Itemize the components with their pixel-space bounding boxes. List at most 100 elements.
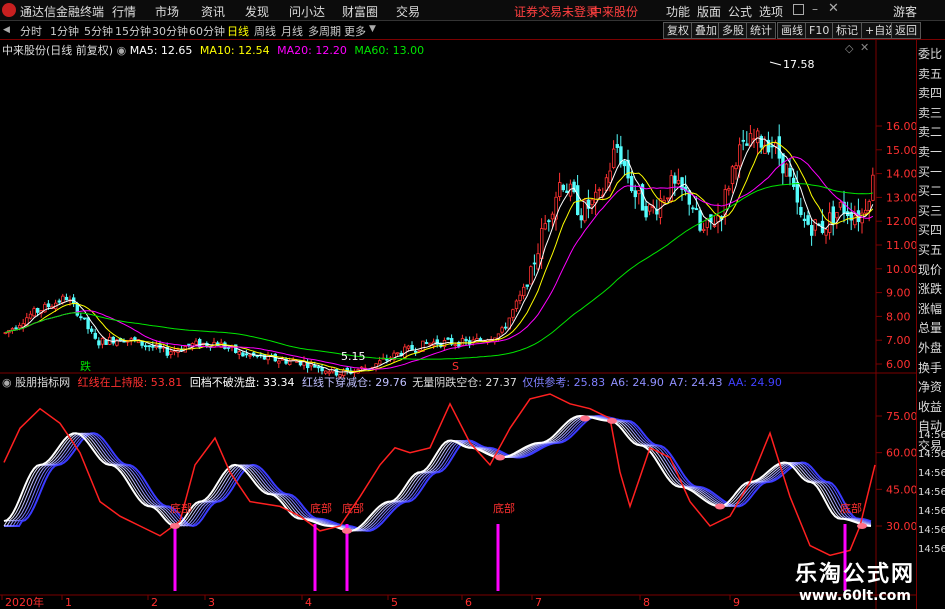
quote-field-label[interactable]: 涨跌 [918, 279, 945, 300]
period-1min[interactable]: 1分钟 [50, 23, 79, 39]
chart-area[interactable]: 16.0015.0014.0013.0012.0011.0010.009.008… [0, 40, 918, 609]
indicator-pane: 底部 底部 底部 底部 底部 [3, 393, 876, 591]
chevron-down-icon[interactable]: ▼ [369, 24, 376, 34]
menu-zixun[interactable]: 资讯 [201, 3, 225, 20]
tick-time: 14:56 [918, 525, 945, 536]
quote-field-label[interactable]: 卖一 [918, 142, 945, 163]
tool-fuquan[interactable]: 复权 [663, 22, 693, 39]
period-fenshi[interactable]: 分时 [20, 23, 42, 39]
minimize-icon[interactable]: – [812, 2, 818, 16]
bottom-signal-bar [313, 524, 317, 591]
quote-field-label[interactable]: 收益 [918, 397, 945, 418]
tool-diejia[interactable]: 叠加 [691, 22, 721, 39]
tool-biaoji[interactable]: 标记 [832, 22, 862, 39]
period-daily[interactable]: 日线 [227, 23, 249, 39]
candle-body [565, 190, 569, 193]
candle-body [100, 337, 105, 345]
bottom-signal-bar [496, 524, 500, 591]
restore-icon[interactable] [793, 4, 804, 15]
watermark: 乐淘公式网 www.60lt.com [775, 556, 935, 604]
collapse-icon[interactable]: ◀ [3, 25, 10, 35]
indicator-signal-dot [715, 503, 725, 510]
quote-field-label[interactable]: 总量 [918, 318, 945, 339]
indicator-band-line [4, 415, 872, 532]
tool-duogu[interactable]: 多股 [718, 22, 748, 39]
candle-body [503, 326, 508, 329]
candle-body [316, 366, 321, 369]
quote-field-label[interactable]: 换手 [918, 358, 945, 379]
candle-body [385, 358, 389, 361]
candle-body [262, 354, 267, 360]
menu-shichang[interactable]: 市场 [155, 3, 179, 20]
quote-field-label[interactable]: 涨幅 [918, 299, 945, 320]
tool-tongji[interactable]: 统计 [746, 22, 776, 39]
indicator-settings-icon[interactable]: ◉ [2, 376, 15, 389]
candle-body [61, 295, 65, 303]
quote-field-label[interactable]: 买二 [918, 181, 945, 202]
menu-gongshi[interactable]: 公式 [728, 3, 752, 20]
period-weekly[interactable]: 周线 [254, 23, 276, 39]
candle-body [460, 338, 465, 346]
guest-user[interactable]: 游客 [893, 3, 917, 20]
quote-field-label[interactable]: 委比 [918, 44, 945, 65]
login-notice[interactable]: 证券交易未登录 [514, 3, 598, 20]
tool-f10[interactable]: F10 [805, 22, 834, 39]
menu-wenxiaoda[interactable]: 问小达 [289, 3, 325, 20]
period-60min[interactable]: 60分钟 [189, 23, 225, 39]
menu-faxian[interactable]: 发现 [245, 3, 269, 20]
price-tick-label: 7.00 [886, 334, 911, 347]
menu-hangqing[interactable]: 行情 [112, 3, 136, 20]
candle-body [522, 286, 526, 297]
close-icon[interactable]: ✕ [828, 1, 839, 16]
quote-field-label[interactable]: 外盘 [918, 338, 945, 359]
price-tick-label: 11.00 [886, 239, 918, 252]
indicator-tick-label: 45.00 [886, 483, 918, 496]
menu-banmian[interactable]: 版面 [697, 3, 721, 20]
candle-body [590, 199, 594, 205]
quote-field-label[interactable]: 净资 [918, 377, 945, 398]
candle-body [637, 190, 641, 195]
signal-die-marker: 跌 [80, 359, 91, 373]
candle-body [36, 308, 40, 313]
period-5min[interactable]: 5分钟 [84, 23, 113, 39]
period-monthly[interactable]: 月线 [281, 23, 303, 39]
candle-body [622, 160, 627, 167]
quote-field-label[interactable]: 卖二 [918, 122, 945, 143]
quote-field-label[interactable]: 买三 [918, 201, 945, 222]
candle-body [838, 201, 843, 208]
quote-field-label[interactable]: 卖五 [918, 64, 945, 85]
candle-body [745, 143, 749, 146]
menu-caifuquan[interactable]: 财富圈 [342, 3, 378, 20]
price-tick-label: 6.00 [886, 358, 911, 371]
quote-field-label[interactable]: 现价 [918, 260, 945, 281]
candle-body [82, 317, 87, 320]
indicator-stat-2: 回档不破洗盘: 33.34 [189, 376, 295, 389]
bottom-signal-bar [345, 524, 349, 591]
candle-body [14, 327, 18, 330]
candle-body [140, 340, 144, 346]
quote-field-label[interactable]: 买四 [918, 220, 945, 241]
candle-body [792, 177, 796, 187]
tool-huaxian[interactable]: 画线 [777, 22, 807, 39]
candle-body [784, 163, 789, 177]
period-15min[interactable]: 15分钟 [115, 23, 151, 39]
bottom-signal-label: 底部 [342, 501, 364, 515]
candle-body [547, 220, 551, 223]
candle-body [802, 218, 807, 222]
quote-field-label[interactable]: 买一 [918, 162, 945, 183]
quote-field-label[interactable]: 买五 [918, 240, 945, 261]
quote-field-label[interactable]: 卖四 [918, 83, 945, 104]
quote-field-label[interactable]: 卖三 [918, 103, 945, 124]
menu-jiaoyi[interactable]: 交易 [396, 3, 420, 20]
candle-body [723, 189, 727, 216]
menu-xuanxiang[interactable]: 选项 [759, 3, 783, 20]
tool-back[interactable]: 返回 [891, 22, 921, 39]
candle-body [169, 351, 173, 355]
period-more[interactable]: 更多 [344, 23, 366, 39]
menu-gongneng[interactable]: 功能 [666, 3, 690, 20]
period-multi[interactable]: 多周期 [308, 23, 341, 39]
candle-body [97, 340, 101, 346]
indicator-name[interactable]: 股朋指标网 [15, 376, 70, 389]
period-30min[interactable]: 30分钟 [152, 23, 188, 39]
indicator-stat-3: 红线下穿减仓: 29.76 [302, 376, 407, 389]
